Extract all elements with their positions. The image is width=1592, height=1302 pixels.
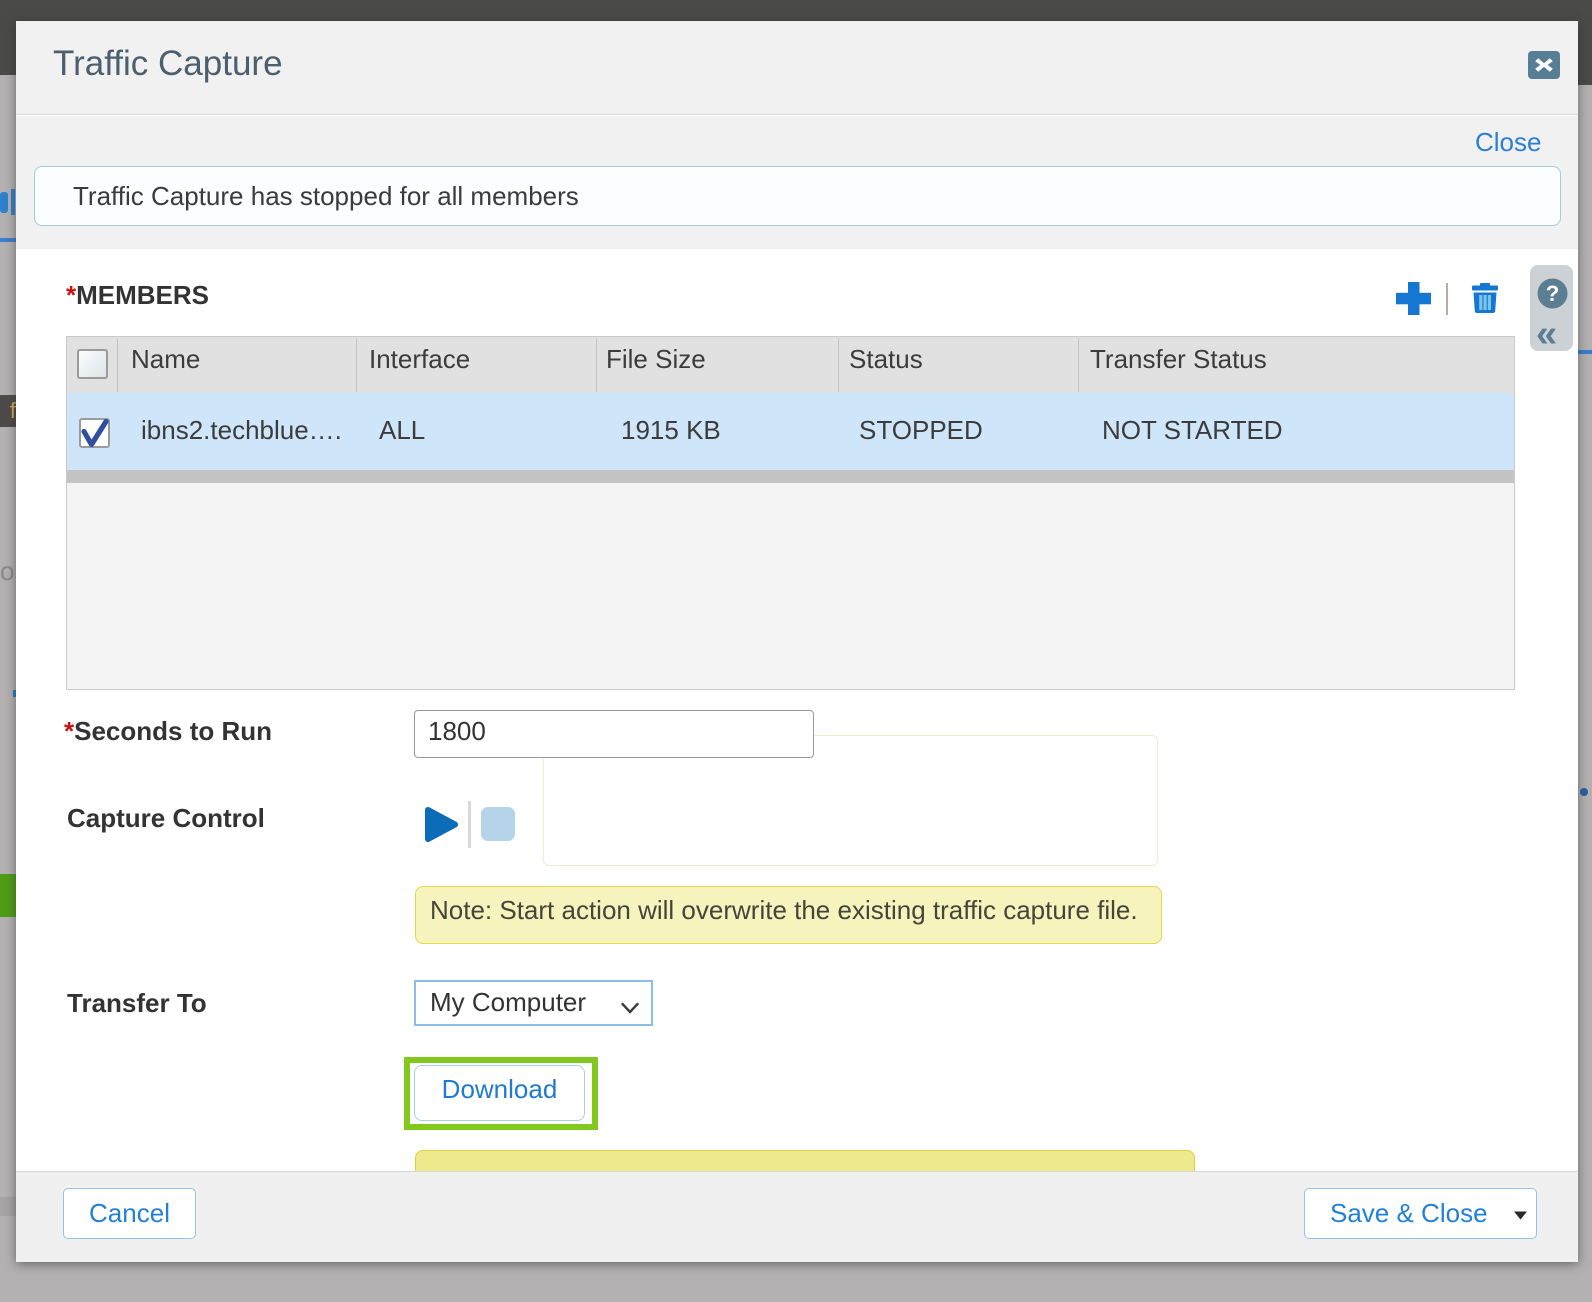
svg-text:?: ? — [1546, 281, 1559, 306]
